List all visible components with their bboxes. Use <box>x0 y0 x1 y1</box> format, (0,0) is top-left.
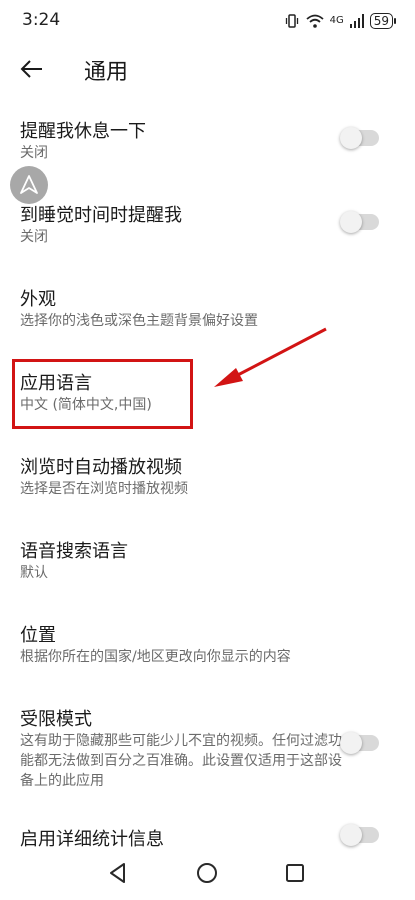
setting-subtitle: 默认 <box>20 565 48 581</box>
setting-subtitle: 选择你的浅色或深色主题背景偏好设置 <box>20 313 258 329</box>
setting-voice-search-language[interactable]: 语音搜索语言 默认 <box>0 537 415 587</box>
setting-title: 语音搜索语言 <box>20 541 128 562</box>
setting-location[interactable]: 位置 根据你所在的国家/地区更改向你显示的内容 <box>0 621 415 671</box>
toggle-knob <box>340 732 362 754</box>
nav-recents-icon[interactable] <box>282 860 308 886</box>
setting-title: 浏览时自动播放视频 <box>20 457 182 478</box>
vibrate-icon <box>285 14 298 28</box>
system-nav-bar <box>0 848 415 900</box>
network-type: 4G <box>329 15 344 26</box>
setting-appearance[interactable]: 外观 选择你的浅色或深色主题背景偏好设置 <box>0 285 415 335</box>
setting-autoplay[interactable]: 浏览时自动播放视频 选择是否在浏览时播放视频 <box>0 453 415 503</box>
app-header: 通用 <box>0 40 415 96</box>
toggle-knob <box>340 211 362 233</box>
setting-subtitle: 选择是否在浏览时播放视频 <box>20 481 188 497</box>
break-reminder-toggle[interactable] <box>340 127 379 149</box>
setting-subtitle: 关闭 <box>20 229 48 245</box>
back-arrow-icon[interactable] <box>18 54 48 84</box>
nav-back-icon[interactable] <box>105 860 131 886</box>
floating-assistant-button[interactable] <box>10 166 48 204</box>
setting-subtitle: 关闭 <box>20 145 48 161</box>
setting-title: 外观 <box>20 289 56 310</box>
setting-subtitle: 根据你所在的国家/地区更改向你显示的内容 <box>20 649 291 665</box>
send-icon <box>20 175 38 194</box>
bedtime-reminder-toggle[interactable] <box>340 211 379 233</box>
signal-icon <box>349 14 364 28</box>
toggle-knob <box>340 127 362 149</box>
status-time: 3:24 <box>22 10 61 30</box>
setting-title: 受限模式 <box>20 709 92 730</box>
setting-title: 提醒我休息一下 <box>20 121 146 142</box>
setting-title: 位置 <box>20 625 56 646</box>
stats-for-nerds-toggle[interactable] <box>340 824 379 846</box>
battery-indicator: 59 <box>369 13 397 29</box>
page-title: 通用 <box>84 60 129 85</box>
setting-subtitle: 这有助于隐藏那些可能少儿不宜的视频。任何过滤功能都无法做到百分之百准确。此设置仅… <box>20 733 342 789</box>
toggle-knob <box>340 824 362 846</box>
status-icons: 4G 59 <box>284 10 397 32</box>
highlight-box <box>12 359 193 429</box>
wifi-icon <box>306 14 324 28</box>
status-bar: 3:24 4G 59 <box>0 0 415 40</box>
setting-title: 到睡觉时间时提醒我 <box>20 205 182 226</box>
restricted-mode-toggle[interactable] <box>340 732 379 754</box>
nav-home-icon[interactable] <box>194 860 220 886</box>
